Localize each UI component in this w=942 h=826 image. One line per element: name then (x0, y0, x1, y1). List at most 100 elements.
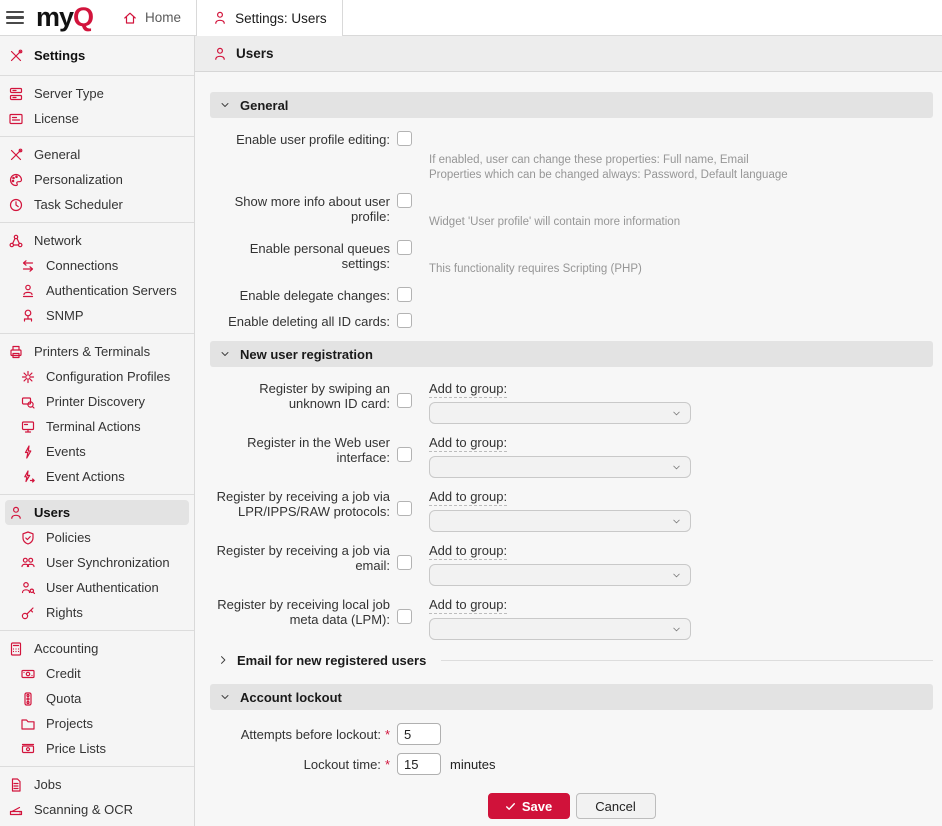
sidebar-item-projects[interactable]: Projects (0, 711, 194, 736)
chevron-down-icon (219, 348, 231, 360)
sidebar-item-terminal-actions[interactable]: Terminal Actions (0, 414, 194, 439)
sidebar-item-server-type[interactable]: Server Type (0, 81, 194, 106)
sidebar-item-settings[interactable]: Settings (0, 41, 194, 70)
setting-row-lockout-time: Lockout time:*minutes (210, 753, 933, 775)
sidebar-item-rights[interactable]: Rights (0, 600, 194, 625)
sidebar-item-label: Jobs (34, 777, 61, 792)
section-header-account-lockout[interactable]: Account lockout (210, 684, 933, 710)
sidebar-item-task-scheduler[interactable]: Task Scheduler (0, 192, 194, 217)
enable-deleting-all-id-cards-checkbox[interactable] (397, 313, 412, 328)
save-button[interactable]: Save (488, 793, 570, 819)
network-icon (8, 233, 24, 249)
sidebar-item-label: General (34, 147, 80, 162)
scanner-icon (8, 802, 24, 818)
cancel-button[interactable]: Cancel (576, 793, 656, 819)
sidebar-item-label: Credit (46, 666, 81, 681)
checkbox-wrap (397, 287, 412, 303)
checkbox-wrap (397, 609, 412, 640)
bolt-icon (20, 444, 36, 460)
field-hint: If enabled, user can change these proper… (429, 153, 788, 168)
sidebar-item-license[interactable]: License (0, 106, 194, 131)
field-label: Register by receiving a job via LPR/IPPS… (210, 488, 390, 532)
sidebar-item-connections[interactable]: Connections (0, 253, 194, 278)
sidebar-item-snmp[interactable]: SNMP (0, 303, 194, 328)
sidebar-item-accounting[interactable]: Accounting (0, 636, 194, 661)
person-icon (8, 505, 24, 521)
gear-icon (20, 369, 36, 385)
sidebar-item-configuration-profiles[interactable]: Configuration Profiles (0, 364, 194, 389)
sidebar-item-network[interactable]: Network (0, 228, 194, 253)
enable-user-profile-editing-checkbox[interactable] (397, 131, 412, 146)
sidebar-item-label: Policies (46, 530, 91, 545)
section-header-email-for-new-registered-users[interactable]: Email for new registered users (217, 650, 933, 670)
section-header-general[interactable]: General (210, 92, 933, 118)
divider-line (441, 660, 933, 661)
attempts-before-lockout-input[interactable] (397, 723, 441, 745)
sidebar-item-label: Quota (46, 691, 81, 706)
sidebar-item-authentication-servers[interactable]: Authentication Servers (0, 278, 194, 303)
sidebar-item-user-authentication[interactable]: User Authentication (0, 575, 194, 600)
sidebar-item-events[interactable]: Events (0, 439, 194, 464)
add-to-group-select[interactable] (429, 564, 691, 586)
required-asterisk: * (385, 727, 390, 742)
field-label: Enable delegate changes: (210, 287, 390, 303)
setting-row-enable-user-profile-editing: Enable user profile editing:If enabled, … (210, 131, 933, 183)
chevron-down-icon (671, 516, 682, 527)
logo-text-q: Q (73, 4, 93, 31)
enable-personal-queues-settings-checkbox[interactable] (397, 240, 412, 255)
show-more-info-about-user-profile-checkbox[interactable] (397, 193, 412, 208)
section-header-new-user-registration[interactable]: New user registration (210, 341, 933, 367)
sidebar-item-credit[interactable]: Credit (0, 661, 194, 686)
field-hints: Widget 'User profile' will contain more … (429, 193, 680, 230)
main-panel: Users General Enable user profile editin… (195, 36, 942, 826)
sidebar-item-label: Authentication Servers (46, 283, 177, 298)
checkbox-wrap (397, 131, 412, 183)
section-title: Email for new registered users (237, 653, 426, 668)
auth-server-icon (20, 283, 36, 299)
register-by-receiving-local-job-meta-data-lpm-checkbox[interactable] (397, 609, 412, 624)
chevron-down-icon (671, 624, 682, 635)
field-label: Show more info about user profile: (210, 193, 390, 230)
add-to-group-select[interactable] (429, 402, 691, 424)
sidebar-item-personalization[interactable]: Personalization (0, 167, 194, 192)
field-hint: Widget 'User profile' will contain more … (429, 215, 680, 230)
add-to-group-select[interactable] (429, 456, 691, 478)
add-to-group-select[interactable] (429, 618, 691, 640)
sidebar-item-jobs[interactable]: Jobs (0, 772, 194, 797)
registration-section-body: Register by swiping an unknown ID card:A… (210, 380, 933, 640)
setting-row-register-by-receiving-a-job-via-email: Register by receiving a job via email:Ad… (210, 542, 933, 586)
sidebar-item-scanning-ocr[interactable]: Scanning & OCR (0, 797, 194, 822)
register-by-receiving-a-job-via-email-checkbox[interactable] (397, 555, 412, 570)
settings-sidebar: Settings Server TypeLicense General Persona… (0, 36, 195, 826)
printer-search-icon (20, 394, 36, 410)
save-button-label: Save (522, 799, 552, 814)
sidebar-item-printer-discovery[interactable]: Printer Discovery (0, 389, 194, 414)
register-by-receiving-a-job-via-lpr-ipps-raw-protocols-checkbox[interactable] (397, 501, 412, 516)
register-in-the-web-user-interface-checkbox[interactable] (397, 447, 412, 462)
tab-settings-users[interactable]: Settings: Users (196, 0, 343, 36)
sidebar-item-event-actions[interactable]: Event Actions (0, 464, 194, 489)
add-to-group-select[interactable] (429, 510, 691, 532)
setting-row-enable-deleting-all-id-cards: Enable deleting all ID cards: (210, 313, 933, 329)
sidebar-item-users[interactable]: Users (5, 500, 189, 525)
add-to-group-label: Add to group: (429, 435, 507, 452)
myq-logo[interactable]: myQ (34, 0, 107, 35)
hamburger-menu-icon[interactable] (0, 0, 34, 35)
sidebar-item-user-synchronization[interactable]: User Synchronization (0, 550, 194, 575)
sidebar-item-quota[interactable]: Quota (0, 686, 194, 711)
sidebar-item-printers-terminals[interactable]: Printers & Terminals (0, 339, 194, 364)
add-to-group-field: Add to group: (429, 380, 691, 424)
sidebar-item-label: Printers & Terminals (34, 344, 150, 359)
register-by-swiping-an-unknown-id-card-checkbox[interactable] (397, 393, 412, 408)
sidebar-divider (0, 75, 194, 76)
lockout-time-input[interactable] (397, 753, 441, 775)
sidebar-item-general[interactable]: General (0, 142, 194, 167)
sidebar-item-policies[interactable]: Policies (0, 525, 194, 550)
enable-delegate-changes-checkbox[interactable] (397, 287, 412, 302)
sidebar-item-label: Task Scheduler (34, 197, 123, 212)
add-to-group-label: Add to group: (429, 543, 507, 560)
page-title: Users (236, 46, 274, 61)
sidebar-item-price-lists[interactable]: Price Lists (0, 736, 194, 761)
topbar: myQ Home Settings: Users (0, 0, 942, 36)
tab-home[interactable]: Home (107, 0, 196, 35)
